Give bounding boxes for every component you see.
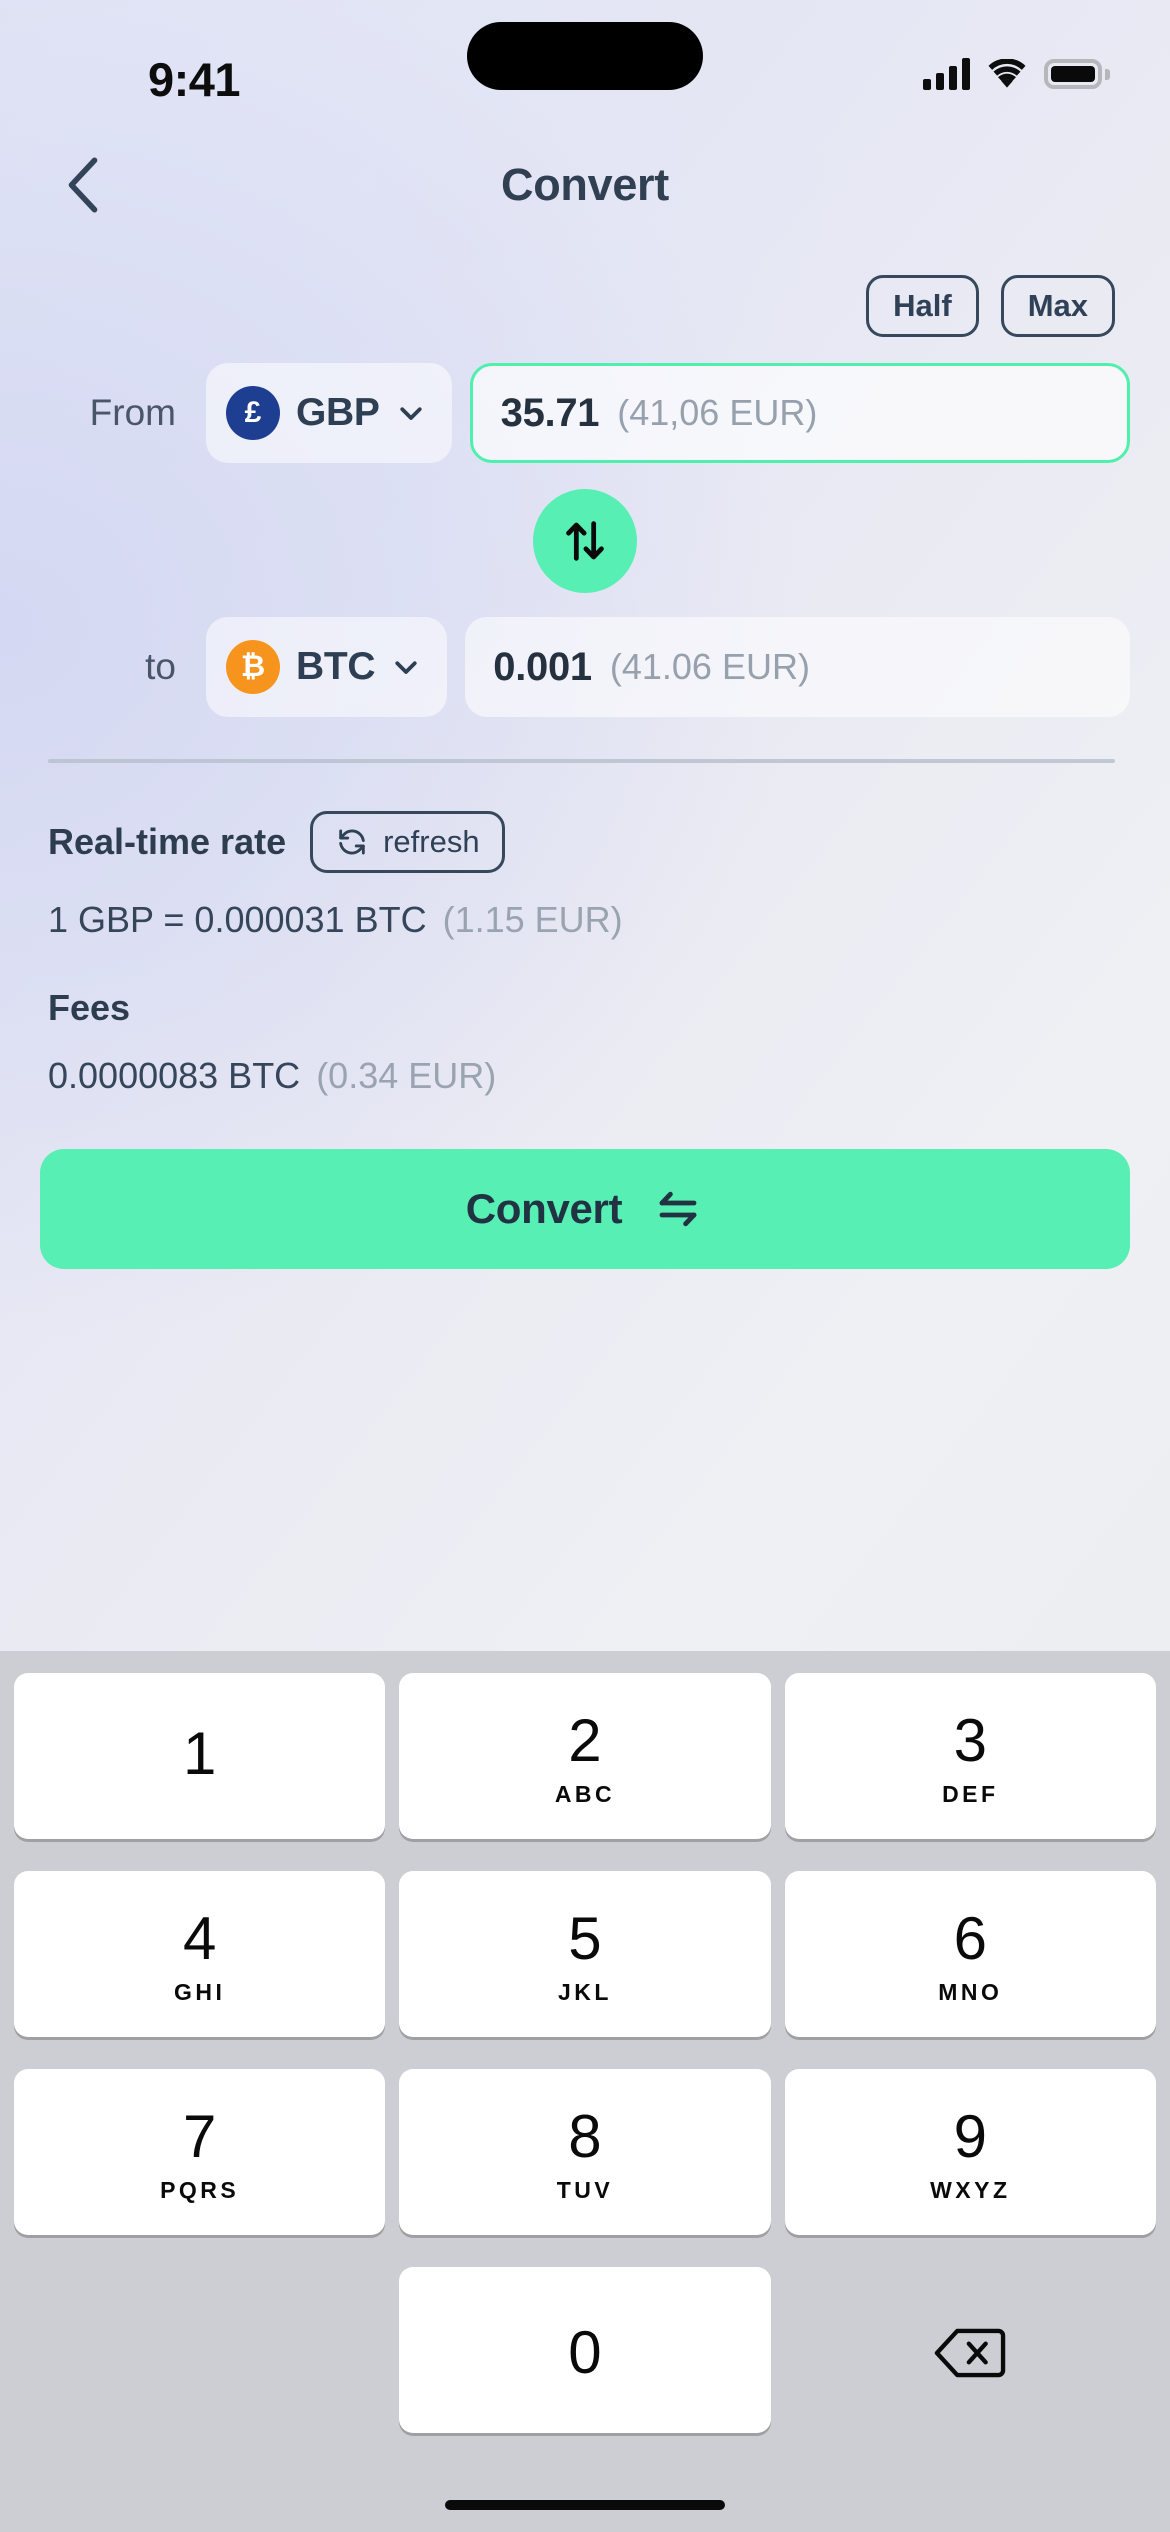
key-number: 9	[953, 2102, 987, 2170]
key-4[interactable]: 4 GHI	[14, 1871, 386, 2037]
convert-button[interactable]: Convert	[40, 1149, 1130, 1269]
page-title: Convert	[501, 159, 669, 210]
dynamic-island	[467, 22, 703, 90]
status-bar: 9:41	[0, 0, 1170, 125]
from-label: From	[89, 392, 176, 433]
section-divider	[48, 759, 1115, 763]
to-amount-input[interactable]: 0.001 (41.06 EUR)	[465, 617, 1130, 717]
fees-value-secondary: (0.34 EUR)	[316, 1055, 497, 1096]
key-number: 8	[568, 2102, 602, 2170]
to-amount-secondary: (41.06 EUR)	[609, 646, 810, 687]
key-2[interactable]: 2 ABC	[399, 1673, 771, 1839]
backspace-delete-icon	[935, 2328, 1006, 2378]
key-5[interactable]: 5 JKL	[399, 1871, 771, 2037]
chevron-down-icon	[395, 661, 417, 674]
numeric-keypad: 1 2 ABC 3 DEF 4 GHI 5 JKL 6 MNO 7 PQRS 8…	[0, 1651, 1170, 2478]
fees-value: 0.0000083 BTC	[48, 1055, 301, 1096]
swap-row	[0, 489, 1170, 593]
half-button[interactable]: Half	[866, 275, 979, 337]
chevron-down-icon	[400, 407, 422, 420]
backspace-key[interactable]	[785, 2267, 1156, 2433]
rate-value-secondary: (1.15 EUR)	[442, 899, 623, 940]
key-9[interactable]: 9 WXYZ	[784, 2069, 1156, 2235]
status-bar-indicators	[923, 58, 1110, 90]
to-label: to	[145, 646, 176, 687]
key-number: 3	[953, 1706, 987, 1774]
app-content-area: 9:41 Convert Half Max From £ GBP 35.71 (…	[0, 0, 1170, 1651]
key-letters: TUV	[556, 2176, 614, 2203]
wifi-icon	[988, 59, 1026, 88]
refresh-rate-button[interactable]: refresh	[310, 811, 505, 873]
keypad-row: 0	[14, 2267, 1156, 2433]
keypad-row: 4 GHI 5 JKL 6 MNO	[14, 1871, 1156, 2037]
key-letters: PQRS	[160, 2176, 240, 2203]
max-button[interactable]: Max	[1000, 275, 1115, 337]
from-currency-code: GBP	[296, 391, 380, 434]
key-6[interactable]: 6 MNO	[784, 1871, 1156, 2037]
status-bar-time: 9:41	[148, 53, 241, 106]
rate-value-row: 1 GBP = 0.000031 BTC (1.15 EUR)	[48, 899, 1122, 941]
home-indicator[interactable]	[445, 2500, 725, 2510]
home-indicator-area	[0, 2478, 1170, 2532]
cellular-signal-icon	[923, 58, 970, 90]
fees-title: Fees	[48, 987, 131, 1028]
rate-header: Real-time rate refresh	[48, 811, 1122, 873]
gbp-currency-icon: £	[226, 386, 280, 440]
from-amount-secondary: (41,06 EUR)	[617, 392, 818, 433]
key-letters: ABC	[554, 1780, 616, 1807]
from-amount-input[interactable]: 35.71 (41,06 EUR)	[469, 363, 1130, 463]
rate-value: 1 GBP = 0.000031 BTC	[48, 899, 427, 940]
key-letters: JKL	[558, 1978, 612, 2005]
key-letters: GHI	[173, 1978, 226, 2005]
swap-currencies-button[interactable]	[533, 489, 637, 593]
btc-currency-icon: ₿	[226, 640, 280, 694]
back-button[interactable]	[48, 150, 118, 220]
to-amount-value: 0.001	[493, 644, 592, 689]
key-letters: MNO	[938, 1978, 1003, 2005]
from-currency-selector[interactable]: £ GBP	[206, 363, 452, 463]
key-number: 0	[568, 2319, 602, 2386]
details-section: Real-time rate refresh 1 GBP = 0.000031 …	[0, 811, 1170, 1097]
key-1[interactable]: 1	[14, 1673, 386, 1839]
from-amount-value: 35.71	[500, 390, 600, 435]
key-number: 5	[568, 1904, 602, 1972]
key-number: 7	[182, 2102, 217, 2170]
key-letters: WXYZ	[930, 2176, 1011, 2203]
battery-full-icon	[1044, 59, 1110, 89]
keypad-row: 1 2 ABC 3 DEF	[14, 1673, 1156, 1839]
quick-amount-actions: Half Max	[0, 275, 1170, 337]
key-number: 1	[182, 1720, 217, 1787]
navigation-bar: Convert	[0, 125, 1170, 245]
key-0[interactable]: 0	[399, 2267, 771, 2433]
refresh-label: refresh	[383, 824, 480, 859]
keypad-blank-slot	[14, 2267, 385, 2433]
key-7[interactable]: 7 PQRS	[14, 2069, 386, 2235]
convert-screen: 9:41 Convert Half Max From £ GBP 35.71 (…	[0, 0, 1170, 2532]
key-3[interactable]: 3 DEF	[784, 1673, 1156, 1839]
refresh-circular-arrows-icon	[339, 829, 365, 855]
key-number: 2	[568, 1706, 602, 1774]
to-currency-selector[interactable]: ₿ BTC	[206, 617, 448, 717]
key-8[interactable]: 8 TUV	[399, 2069, 771, 2235]
exchange-horizontal-arrows-icon	[659, 1191, 697, 1227]
convert-button-label: Convert	[465, 1185, 623, 1232]
chevron-left-icon	[68, 157, 98, 213]
key-letters: DEF	[942, 1780, 999, 1807]
rate-title: Real-time rate	[48, 821, 287, 862]
to-currency-code: BTC	[296, 645, 376, 688]
fees-value-row: 0.0000083 BTC (0.34 EUR)	[48, 1055, 1122, 1097]
keypad-row: 7 PQRS 8 TUV 9 WXYZ	[14, 2069, 1156, 2235]
from-row: From £ GBP 35.71 (41,06 EUR)	[0, 363, 1170, 463]
to-row: to ₿ BTC 0.001 (41.06 EUR)	[0, 617, 1170, 717]
cta-area: Convert	[0, 1149, 1170, 1269]
swap-vertical-arrows-icon	[566, 521, 604, 561]
key-number: 4	[182, 1904, 217, 1972]
key-number: 6	[953, 1904, 987, 1972]
